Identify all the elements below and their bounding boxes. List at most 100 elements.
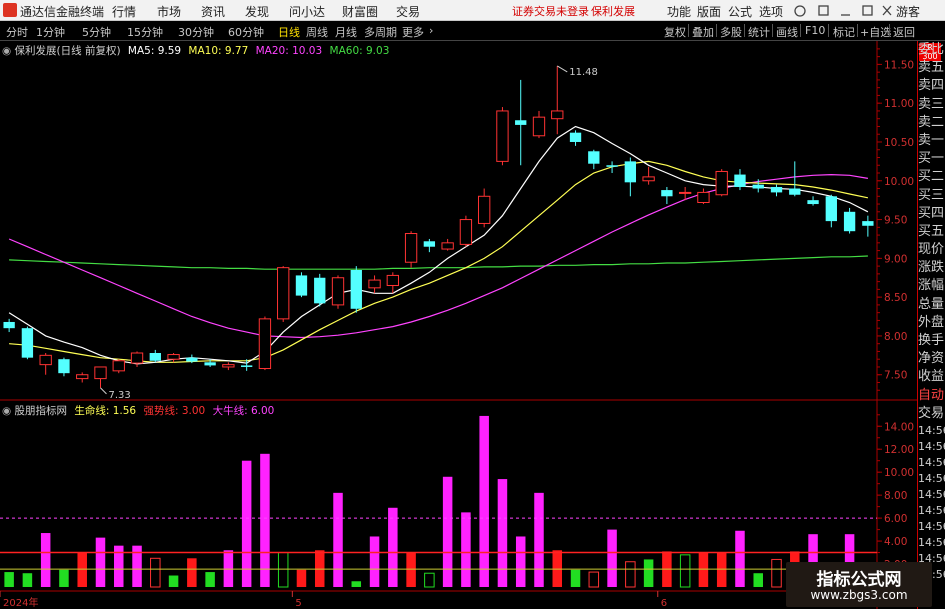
- period-5min[interactable]: 5分钟: [82, 24, 111, 40]
- side-panel-item[interactable]: 14:56: [918, 423, 945, 439]
- headset-icon[interactable]: [794, 5, 806, 17]
- divider: [716, 24, 717, 37]
- chevron-right-icon[interactable]: ›: [429, 24, 433, 37]
- side-panel-item[interactable]: 涨幅: [918, 277, 945, 295]
- side-panel-item[interactable]: 自动: [918, 387, 945, 405]
- side-panel-item[interactable]: 现价: [918, 241, 945, 259]
- side-panel-item[interactable]: 卖一: [918, 132, 945, 150]
- candle-body-up: [697, 191, 710, 203]
- menu-ask[interactable]: 问小达: [289, 3, 325, 20]
- side-panel-item[interactable]: 总量: [918, 296, 945, 314]
- candle-body-down: [58, 359, 70, 374]
- kline-chart[interactable]: 11.50 11.00 10.50 10.00 9.50 9.00 8.50 8.00 7.50…: [0, 41, 917, 609]
- period-monthly[interactable]: 月线: [335, 24, 357, 40]
- side-panel-item[interactable]: 卖三: [918, 96, 945, 114]
- collapse-icon[interactable]: ◉: [2, 405, 11, 417]
- side-panel-item[interactable]: 买一: [918, 150, 945, 168]
- candle: [606, 161, 618, 174]
- legend-stock-name: 保利发展(日线 前复权): [14, 45, 121, 57]
- indicator-bar: [515, 536, 526, 587]
- candle: [825, 194, 837, 228]
- side-panel-item[interactable]: 外盘: [918, 314, 945, 332]
- indicator-life-line: 生命线: 1.56: [74, 405, 137, 417]
- indicator-name: 股朋指标网: [14, 405, 68, 417]
- side-panel-item[interactable]: 14:56: [918, 455, 945, 471]
- side-panel-item[interactable]: 收益: [918, 368, 945, 386]
- candle-body-down: [843, 211, 856, 232]
- login-notice[interactable]: 证券交易未登录: [512, 3, 589, 19]
- btn-add-favorite[interactable]: +自选: [860, 24, 891, 40]
- btn-multistock[interactable]: 多股: [720, 24, 742, 40]
- menu-layout[interactable]: 版面: [697, 3, 721, 20]
- candle: [734, 169, 746, 191]
- sub-y-tick-label: 8.00: [884, 490, 907, 502]
- side-panel-item[interactable]: 14:56: [918, 519, 945, 535]
- candle: [478, 188, 491, 228]
- period-daily[interactable]: 日线: [278, 24, 300, 40]
- side-panel-item[interactable]: 买二: [918, 168, 945, 186]
- candle: [862, 215, 874, 237]
- period-weekly[interactable]: 周线: [306, 24, 328, 40]
- side-panel-item[interactable]: 委比: [918, 41, 945, 59]
- btn-f10[interactable]: F10: [805, 24, 825, 37]
- btn-mark[interactable]: 标记: [833, 24, 855, 40]
- side-panel-item[interactable]: 14:56: [918, 503, 945, 519]
- btn-draw[interactable]: 画线: [776, 24, 798, 40]
- candle: [258, 316, 272, 371]
- collapse-icon[interactable]: ◉: [2, 45, 11, 57]
- side-panel-item[interactable]: 涨跌: [918, 259, 945, 277]
- candle: [441, 238, 454, 251]
- indicator-bar: [351, 581, 362, 587]
- period-15min[interactable]: 15分钟: [127, 24, 163, 40]
- menu-market[interactable]: 行情: [112, 3, 136, 20]
- candle: [715, 169, 728, 197]
- candle: [661, 186, 673, 205]
- period-more[interactable]: 更多: [402, 24, 424, 40]
- app-title: 通达信金融终端: [20, 5, 105, 19]
- side-panel-item[interactable]: 卖二: [918, 114, 945, 132]
- candle: [295, 272, 308, 298]
- indicator-bar: [753, 573, 763, 587]
- side-panel-item[interactable]: 卖四: [918, 77, 945, 95]
- side-panel-item[interactable]: 卖五: [918, 59, 945, 77]
- sub-y-tick-label: 4.00: [884, 536, 907, 548]
- period-1min[interactable]: 1分钟: [36, 24, 65, 40]
- side-panel-item[interactable]: 14:56: [918, 535, 945, 551]
- indicator-bar: [369, 536, 380, 587]
- side-panel-item[interactable]: 14:56: [918, 471, 945, 487]
- menu-news[interactable]: 资讯: [201, 3, 225, 20]
- y-tick-label: 10.00: [884, 176, 914, 188]
- side-panel-item[interactable]: 14:56: [918, 487, 945, 503]
- period-timeshare[interactable]: 分时: [6, 24, 28, 40]
- side-panel-item[interactable]: 净资: [918, 350, 945, 368]
- menu-trade[interactable]: 交易: [396, 3, 420, 20]
- restore-icon[interactable]: [862, 5, 873, 16]
- side-panel-item[interactable]: 交易: [918, 405, 945, 423]
- candle: [551, 65, 564, 135]
- side-panel-item[interactable]: 买五: [918, 223, 945, 241]
- menu-wealth[interactable]: 财富圈: [342, 3, 378, 20]
- btn-back[interactable]: 返回: [893, 24, 915, 40]
- candle: [569, 130, 582, 146]
- user-label[interactable]: 游客: [896, 3, 920, 20]
- candle-body-down: [423, 241, 436, 247]
- side-panel-item[interactable]: 14:56: [918, 439, 945, 455]
- side-panel-item[interactable]: 换手: [918, 332, 945, 350]
- menu-function[interactable]: 功能: [667, 3, 691, 20]
- side-panel-item[interactable]: 买四: [918, 205, 945, 223]
- side-panel-item[interactable]: 买三: [918, 187, 945, 205]
- close-icon[interactable]: [882, 5, 892, 16]
- menu-options[interactable]: 选项: [759, 3, 783, 20]
- menu-markets[interactable]: 市场: [157, 3, 181, 20]
- period-60min[interactable]: 60分钟: [228, 24, 264, 40]
- btn-adjust[interactable]: 复权: [664, 24, 686, 40]
- menu-discover[interactable]: 发现: [245, 3, 269, 20]
- period-30min[interactable]: 30分钟: [178, 24, 214, 40]
- low-marker-label: 7.33: [108, 390, 130, 401]
- skin-icon[interactable]: [818, 5, 829, 16]
- btn-overlay[interactable]: 叠加: [692, 24, 714, 40]
- btn-statistics[interactable]: 统计: [748, 24, 770, 40]
- menu-formula[interactable]: 公式: [728, 3, 752, 20]
- period-multi[interactable]: 多周期: [364, 24, 397, 40]
- candle-body-down: [3, 321, 15, 329]
